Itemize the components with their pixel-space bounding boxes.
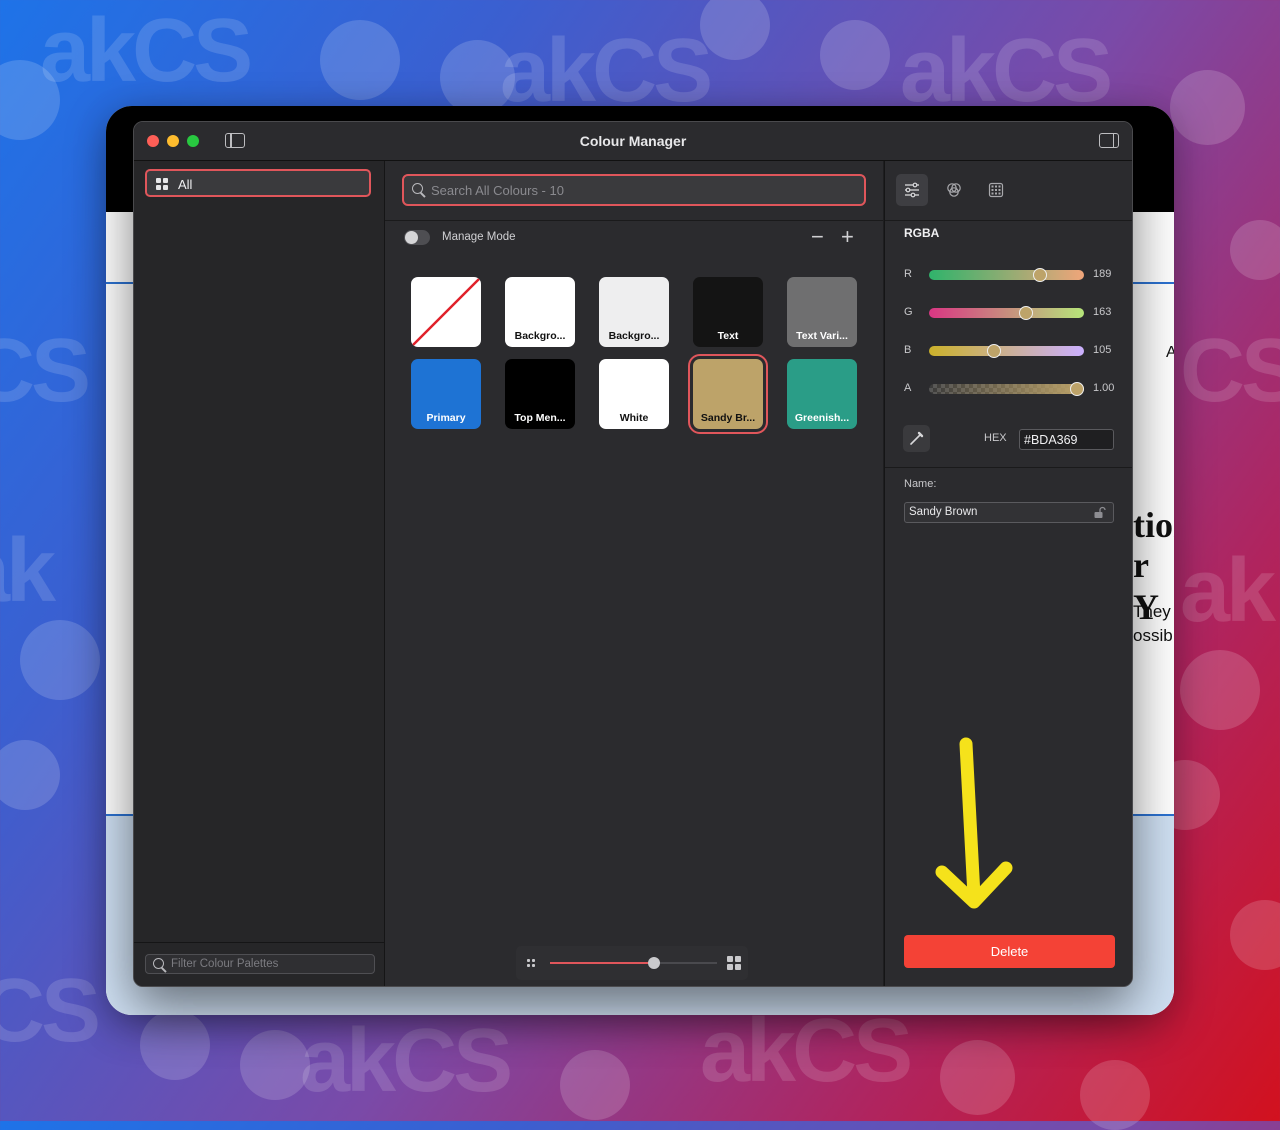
window-title: Colour Manager xyxy=(579,133,687,149)
tab-sliders[interactable] xyxy=(896,174,928,206)
eyedropper-icon xyxy=(910,431,924,445)
search-icon xyxy=(412,183,423,194)
large-grid-icon[interactable] xyxy=(727,956,741,970)
name-label: Name: xyxy=(904,478,937,490)
colour-swatch[interactable]: Backgro... xyxy=(599,277,669,347)
tab-colour-wheel[interactable] xyxy=(938,174,970,206)
channel-slider[interactable] xyxy=(929,305,1084,320)
colour-swatch[interactable]: Primary xyxy=(411,359,481,429)
manage-mode-toggle[interactable] xyxy=(404,230,430,245)
swatch-label: White xyxy=(619,412,649,424)
swatch-label: Top Men... xyxy=(514,412,566,424)
channel-value: 163 xyxy=(1093,306,1112,318)
add-colour-button[interactable]: + xyxy=(841,226,854,248)
swatch-label: Text Vari... xyxy=(796,330,848,342)
sidebar-item-all[interactable]: All xyxy=(145,169,371,197)
channel-label: G xyxy=(904,306,913,318)
swatch-label: Sandy Br... xyxy=(700,412,756,424)
title-bar: Colour Manager xyxy=(134,122,1132,161)
colour-name-input[interactable]: Sandy Brown xyxy=(904,502,1114,523)
divider xyxy=(885,467,1132,468)
colour-swatch[interactable]: Backgro... xyxy=(505,277,575,347)
colour-swatch[interactable]: Greenish... xyxy=(787,359,857,429)
channel-slider-knob[interactable] xyxy=(987,343,1002,358)
filter-palettes-input[interactable]: Filter Colour Palettes xyxy=(145,954,375,974)
colour-swatch[interactable]: Text xyxy=(693,277,763,347)
manage-mode-bar: Manage Mode − + xyxy=(385,221,883,253)
colour-swatch[interactable]: Sandy Br... xyxy=(688,354,768,434)
hex-value: #BDA369 xyxy=(1024,433,1078,447)
toggle-right-sidebar-icon[interactable] xyxy=(1099,133,1119,148)
colour-swatch[interactable] xyxy=(411,277,481,347)
zoom-slider[interactable] xyxy=(550,957,717,969)
remove-colour-button[interactable]: − xyxy=(811,226,824,248)
sliders-icon xyxy=(905,182,919,198)
channel-slider[interactable] xyxy=(929,381,1084,396)
colour-mode-title: RGBA xyxy=(904,226,940,240)
swatch-label: Primary xyxy=(426,412,466,424)
background-heading-line-1: tior xyxy=(1133,505,1174,545)
hex-label: HEX xyxy=(984,432,1007,444)
search-placeholder: Search All Colours - 10 xyxy=(431,183,564,198)
background-text-line-1: They xyxy=(1133,602,1171,621)
channel-label: A xyxy=(904,382,912,394)
channel-value: 105 xyxy=(1093,344,1112,356)
colour-name-value: Sandy Brown xyxy=(909,506,978,518)
colour-circles-icon xyxy=(947,183,961,197)
swatch-label: Greenish... xyxy=(794,412,850,424)
zoom-bar xyxy=(385,943,883,986)
tab-palette-grid[interactable] xyxy=(980,174,1012,206)
no-colour-icon xyxy=(412,278,480,346)
delete-button[interactable]: Delete xyxy=(904,935,1115,968)
small-grid-icon[interactable] xyxy=(527,959,535,967)
delete-button-label: Delete xyxy=(990,944,1029,959)
palette-grid-icon xyxy=(988,182,1004,198)
zoom-control xyxy=(516,946,748,980)
colour-swatch[interactable]: Text Vari... xyxy=(787,277,857,347)
channel-label: R xyxy=(904,268,912,280)
unlock-icon[interactable] xyxy=(1093,506,1107,520)
colour-list-panel: Search All Colours - 10 Manage Mode − + … xyxy=(385,161,883,986)
swatch-label: Backgro... xyxy=(514,330,566,342)
sidebar-footer: Filter Colour Palettes xyxy=(134,942,384,986)
filter-placeholder: Filter Colour Palettes xyxy=(171,958,279,970)
palette-sidebar: All Filter Colour Palettes xyxy=(134,161,385,986)
colour-swatch[interactable]: White xyxy=(599,359,669,429)
manage-mode-label: Manage Mode xyxy=(442,231,516,243)
eyedropper-button[interactable] xyxy=(903,425,930,452)
search-colours-input[interactable]: Search All Colours - 10 xyxy=(402,174,866,206)
channel-value: 1.00 xyxy=(1093,382,1115,394)
annotation-arrow-icon xyxy=(935,737,1013,909)
channel-value: 189 xyxy=(1093,268,1112,280)
search-icon xyxy=(153,958,164,969)
hex-input[interactable]: #BDA369 xyxy=(1019,429,1114,450)
search-bar: Search All Colours - 10 xyxy=(385,161,883,221)
sidebar-item-label: All xyxy=(178,177,193,192)
channel-label: B xyxy=(904,344,912,356)
inspector-tabs xyxy=(885,161,1132,221)
channel-slider[interactable] xyxy=(929,343,1084,358)
channel-slider-knob[interactable] xyxy=(1019,305,1034,320)
grid-icon xyxy=(156,178,168,190)
channel-slider-knob[interactable] xyxy=(1070,381,1084,396)
background-text-line-2: ossib xyxy=(1133,626,1173,645)
swatch-grid: Backgro... Backgro... Text Text Vari... Prim… xyxy=(385,254,883,943)
background-text-letter: A xyxy=(1166,344,1174,361)
swatch-label: Text xyxy=(717,330,739,342)
swatch-label: Backgro... xyxy=(608,330,660,342)
colour-swatch[interactable]: Top Men... xyxy=(505,359,575,429)
channel-slider-knob[interactable] xyxy=(1033,267,1048,282)
channel-slider[interactable] xyxy=(929,267,1084,282)
zoom-slider-knob[interactable] xyxy=(647,957,660,969)
